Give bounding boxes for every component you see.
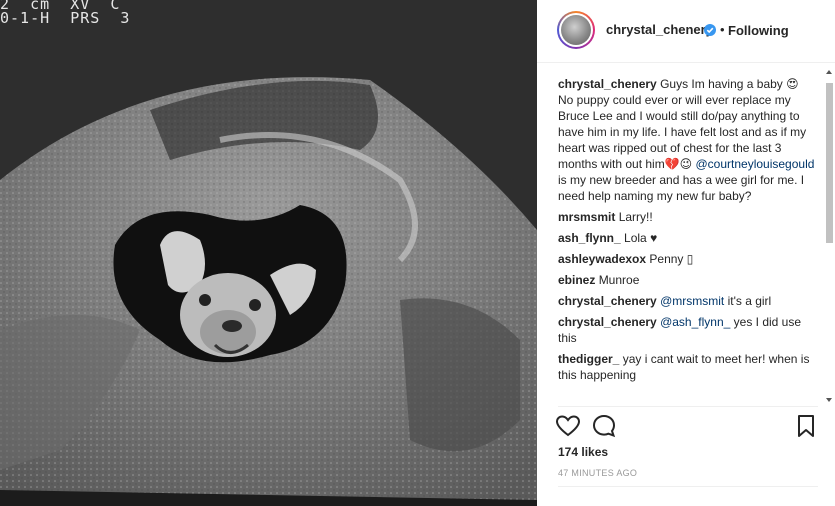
- post-timestamp[interactable]: 47 MINUTES AGO: [558, 468, 637, 478]
- caption-username[interactable]: chrystal_chenery: [558, 77, 657, 91]
- scroll-up-arrow-icon[interactable]: [826, 70, 832, 74]
- avatar-image: [561, 15, 591, 45]
- comment-text: Munroe: [598, 273, 640, 287]
- comment-text: Larry!!: [618, 210, 653, 224]
- comment-username[interactable]: ebinez: [558, 273, 595, 287]
- header-separator: •: [720, 22, 725, 37]
- comment-username[interactable]: chrystal_chenery: [558, 294, 657, 308]
- verified-badge-icon: [704, 24, 716, 36]
- comment-item: chrystal_chenery @ash_flynn_ yes I did u…: [558, 314, 816, 346]
- comment-item: chrystal_chenery @mrsmsmit it's a girl: [558, 293, 816, 309]
- caption-mention[interactable]: @courtneylouisegould: [696, 157, 815, 171]
- comment-username[interactable]: ashleywadexox: [558, 252, 646, 266]
- scroll-down-arrow-icon[interactable]: [826, 398, 832, 402]
- comment-item: ashleywadexox Penny ▯: [558, 251, 816, 267]
- ultrasound-image: [0, 0, 537, 506]
- post-side-panel: chrystal_chenery • Following chrystal_ch…: [537, 0, 835, 506]
- comment-username[interactable]: ash_flynn_: [558, 231, 621, 245]
- scroll-thumb[interactable]: [826, 83, 833, 243]
- comment-item: ebinez Munroe: [558, 272, 816, 288]
- comments-list: chrystal_chenery Guys Im having a baby 😍…: [558, 76, 816, 388]
- comment-username[interactable]: mrsmsmit: [558, 210, 615, 224]
- post-header: chrystal_chenery • Following: [537, 0, 835, 63]
- following-button[interactable]: Following: [728, 23, 789, 38]
- header-username[interactable]: chrystal_chenery: [606, 22, 713, 37]
- comment-username[interactable]: thedigger_: [558, 352, 619, 366]
- comment-text: Penny ▯: [649, 252, 694, 266]
- caption-text-end: is my new breeder and has a wee girl for…: [558, 173, 805, 203]
- comment-item: mrsmsmit Larry!!: [558, 209, 816, 225]
- comment-mention[interactable]: @ash_flynn_: [660, 315, 730, 329]
- comment-username[interactable]: chrystal_chenery: [558, 315, 657, 329]
- divider: [558, 406, 818, 407]
- comment-text: it's a girl: [724, 294, 772, 308]
- comment-mention[interactable]: @mrsmsmit: [660, 294, 724, 308]
- comment-item: ash_flynn_ Lola ♥: [558, 230, 816, 246]
- bookmark-icon[interactable]: [793, 413, 819, 439]
- comment-bubble-icon[interactable]: [591, 413, 617, 439]
- heart-outline-icon[interactable]: [555, 413, 581, 439]
- caption: chrystal_chenery Guys Im having a baby 😍…: [558, 76, 816, 204]
- scan-readout-line-2: 0-1-H PRS 3: [0, 9, 131, 27]
- divider: [558, 486, 818, 487]
- comment-text: Lola ♥: [624, 231, 658, 245]
- comments-scrollbar[interactable]: [824, 66, 835, 406]
- action-bar: [555, 413, 825, 441]
- post-media[interactable]: 2 cm XV C 0-1-H PRS 3: [0, 0, 537, 506]
- comment-item: thedigger_ yay i cant wait to meet her! …: [558, 351, 816, 383]
- scan-readout: 2 cm XV C 0-1-H PRS 3: [0, 0, 131, 27]
- likes-count[interactable]: 174 likes: [558, 445, 608, 459]
- avatar[interactable]: [557, 11, 595, 49]
